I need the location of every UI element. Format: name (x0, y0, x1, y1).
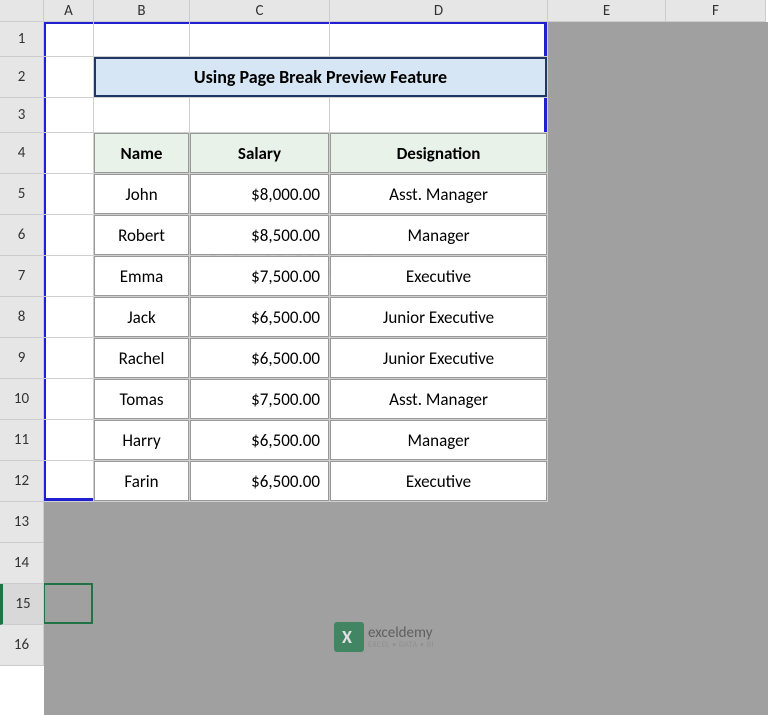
row-header-10[interactable]: 10 (0, 379, 44, 420)
row-header-14[interactable]: 14 (0, 543, 44, 584)
cell-designation[interactable]: Asst. Manager (330, 379, 547, 419)
header-name[interactable]: Name (94, 133, 189, 173)
cell[interactable] (44, 461, 94, 502)
cell[interactable] (44, 297, 94, 338)
cell[interactable] (44, 98, 94, 133)
cell[interactable] (190, 22, 330, 57)
cell-name[interactable]: John (94, 174, 189, 214)
cell-name[interactable]: Harry (94, 420, 189, 460)
col-header-A[interactable]: A (44, 0, 94, 22)
header-salary[interactable]: Salary (190, 133, 329, 173)
logo-main-text: exceldemy (368, 626, 434, 641)
cell[interactable] (44, 379, 94, 420)
row-header-1[interactable]: 1 (0, 22, 44, 57)
col-header-B[interactable]: B (94, 0, 190, 22)
cell[interactable] (330, 22, 548, 57)
row-header-9[interactable]: 9 (0, 338, 44, 379)
header-designation[interactable]: Designation (330, 133, 547, 173)
cell-designation[interactable]: Executive (330, 256, 547, 296)
column-headers-row: ABCDEF (0, 0, 766, 22)
row-headers-col: 12345678910111213141516 (0, 22, 44, 666)
row-header-2[interactable]: 2 (0, 57, 44, 98)
cell-designation[interactable]: Executive (330, 461, 547, 501)
cell-salary[interactable]: $8,000.00 (190, 174, 329, 214)
cell-salary[interactable]: $8,500.00 (190, 215, 329, 255)
cell-designation[interactable]: Junior Executive (330, 338, 547, 378)
cell[interactable] (44, 57, 94, 98)
cell[interactable] (330, 98, 548, 133)
cell[interactable] (44, 133, 94, 174)
row-header-8[interactable]: 8 (0, 297, 44, 338)
cell-salary[interactable]: $6,500.00 (190, 461, 329, 501)
cell-cursor (43, 583, 93, 624)
cell[interactable] (190, 98, 330, 133)
cell-name[interactable]: Farin (94, 461, 189, 501)
cell[interactable] (44, 338, 94, 379)
row-header-7[interactable]: 7 (0, 256, 44, 297)
row-header-13[interactable]: 13 (0, 502, 44, 543)
select-all-corner[interactable] (0, 0, 44, 22)
cell[interactable] (44, 22, 94, 57)
cell[interactable] (94, 98, 190, 133)
cell-salary[interactable]: $6,500.00 (190, 420, 329, 460)
cell-salary[interactable]: $6,500.00 (190, 297, 329, 337)
cell-salary[interactable]: $7,500.00 (190, 379, 329, 419)
row-header-15[interactable]: 15 (0, 584, 44, 625)
cell-salary[interactable]: $6,500.00 (190, 338, 329, 378)
cell[interactable] (44, 215, 94, 256)
logo-sub-text: EXCEL • DATA • BI (368, 641, 434, 649)
spreadsheet: ABCDEF 12345678910111213141516 Page 1 ex… (0, 0, 768, 715)
cell[interactable] (44, 420, 94, 461)
cell-designation[interactable]: Junior Executive (330, 297, 547, 337)
title-cell[interactable]: Using Page Break Preview Feature (94, 57, 547, 97)
exceldemy-logo: exceldemy EXCEL • DATA • BI (334, 622, 434, 652)
row-header-12[interactable]: 12 (0, 461, 44, 502)
col-header-D[interactable]: D (330, 0, 548, 22)
cell-designation[interactable]: Manager (330, 215, 547, 255)
cell-name[interactable]: Tomas (94, 379, 189, 419)
cell-name[interactable]: Jack (94, 297, 189, 337)
row-header-6[interactable]: 6 (0, 215, 44, 256)
cell[interactable] (44, 174, 94, 215)
cell-name[interactable]: Rachel (94, 338, 189, 378)
cell-salary[interactable]: $7,500.00 (190, 256, 329, 296)
cell[interactable] (44, 256, 94, 297)
col-header-C[interactable]: C (190, 0, 330, 22)
row-header-3[interactable]: 3 (0, 98, 44, 133)
grid-area[interactable]: Page 1 exceldemy EXCEL • DATA • BI Using… (44, 22, 768, 715)
cell[interactable] (94, 22, 190, 57)
col-header-E[interactable]: E (548, 0, 666, 22)
cell-designation[interactable]: Asst. Manager (330, 174, 547, 214)
excel-icon (334, 622, 364, 652)
cell-name[interactable]: Emma (94, 256, 189, 296)
row-header-5[interactable]: 5 (0, 174, 44, 215)
cell-designation[interactable]: Manager (330, 420, 547, 460)
row-header-16[interactable]: 16 (0, 625, 44, 666)
row-header-11[interactable]: 11 (0, 420, 44, 461)
cell-name[interactable]: Robert (94, 215, 189, 255)
col-header-F[interactable]: F (666, 0, 766, 22)
row-header-4[interactable]: 4 (0, 133, 44, 174)
